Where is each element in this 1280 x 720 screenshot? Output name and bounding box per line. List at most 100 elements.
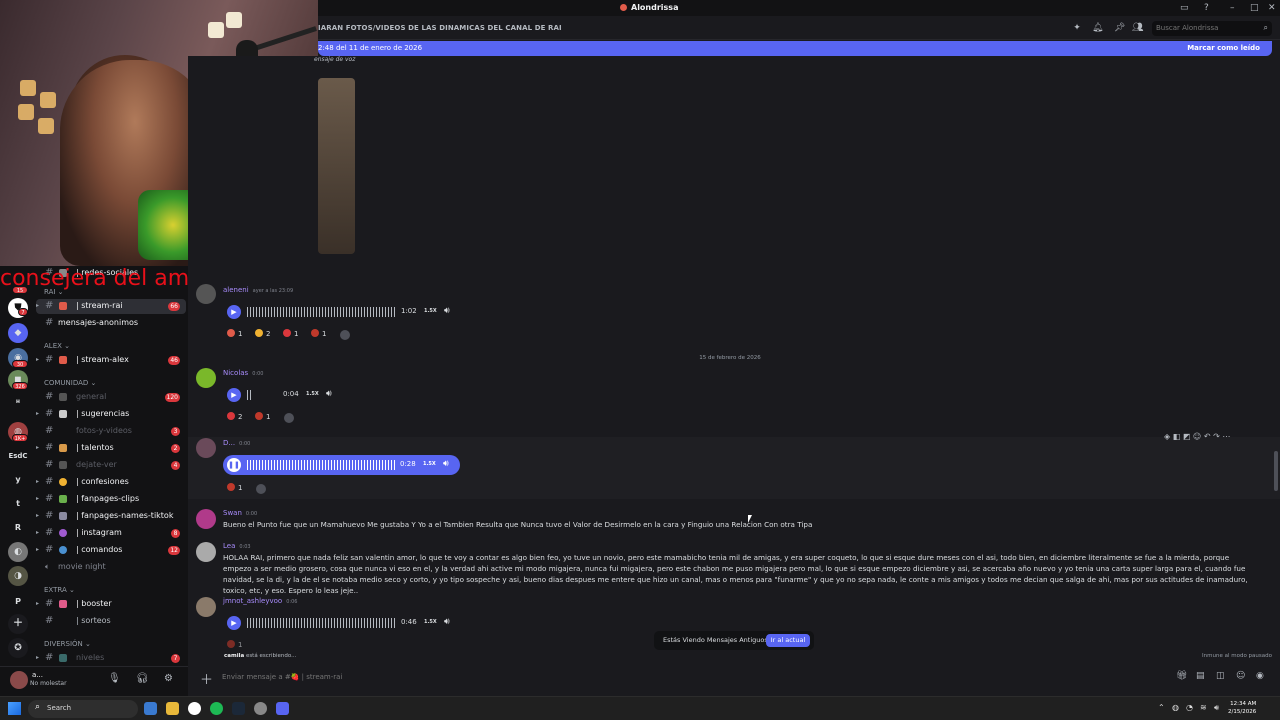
- reaction-icon[interactable]: ◩: [1183, 432, 1191, 441]
- channel-booster[interactable]: ▸ # | booster: [36, 597, 186, 612]
- discover-icon[interactable]: ✪: [8, 638, 28, 658]
- server-label-r[interactable]: R: [8, 518, 28, 538]
- gif-icon[interactable]: ▤: [1196, 671, 1205, 681]
- channel-stream-alex[interactable]: ▸ # | stream-alex 46: [36, 353, 186, 368]
- spotify-icon[interactable]: [210, 702, 223, 715]
- channel-dejate-ver[interactable]: # dejate-ver 4: [36, 458, 186, 473]
- member-list-icon[interactable]: 👥︎: [1132, 23, 1143, 33]
- reaction[interactable]: 1: [224, 639, 245, 652]
- threads-icon[interactable]: ✦: [1072, 23, 1082, 33]
- avatar[interactable]: [196, 284, 216, 304]
- apps-icon[interactable]: ◉: [1256, 671, 1264, 681]
- avatar[interactable]: [196, 542, 216, 562]
- sticker-icon[interactable]: ◫: [1216, 671, 1225, 681]
- volume-icon[interactable]: 🔊︎: [443, 459, 449, 469]
- settings-gear-icon[interactable]: ⚙: [164, 673, 173, 684]
- playback-speed-button[interactable]: 1.5X: [424, 619, 437, 625]
- avatar[interactable]: [10, 671, 28, 689]
- server-icon[interactable]: ◐: [8, 542, 28, 562]
- add-reaction-icon[interactable]: [340, 330, 350, 340]
- image-attachment[interactable]: [318, 78, 355, 254]
- play-icon[interactable]: ▶: [227, 616, 241, 630]
- reaction[interactable]: 2: [252, 328, 273, 341]
- playback-speed-button[interactable]: 1.5X: [424, 308, 437, 314]
- steam-icon[interactable]: [232, 702, 245, 715]
- minimize-button[interactable]: –: [1230, 3, 1235, 13]
- tray-app-icon[interactable]: ◍: [1172, 703, 1179, 712]
- play-icon[interactable]: ▶: [227, 388, 241, 402]
- waveform[interactable]: [247, 390, 251, 400]
- taskbar-search[interactable]: ⌕ Search: [28, 700, 138, 718]
- channel-comandos[interactable]: ▸ # | comandos 12: [36, 543, 186, 558]
- mark-as-read-button[interactable]: Marcar como leído: [1187, 44, 1260, 52]
- pause-icon[interactable]: ❚❚: [227, 458, 241, 472]
- reaction-icon[interactable]: ◧: [1173, 432, 1181, 441]
- channel-fanpages-clips[interactable]: ▸ # | fanpages-clips: [36, 492, 186, 507]
- playback-speed-button[interactable]: 1.5X: [423, 461, 436, 467]
- play-icon[interactable]: ▶: [227, 305, 241, 319]
- message-author[interactable]: Lea 0:03: [223, 542, 251, 550]
- file-explorer-icon[interactable]: [166, 702, 179, 715]
- system-clock[interactable]: 12:34 AM 2/15/2026: [1228, 700, 1256, 716]
- server-icon[interactable]: ◑: [8, 566, 28, 586]
- channel-movie-night[interactable]: 🔈︎ movie night: [36, 560, 186, 575]
- channel-mensajes-anonimos[interactable]: # mensajes-anonimos: [36, 316, 186, 331]
- windows-start-icon[interactable]: [8, 702, 21, 715]
- channel-fanpages-names-tiktok[interactable]: ▸ # | fanpages-names-tiktok: [36, 509, 186, 524]
- channel-general[interactable]: # general 120: [36, 390, 186, 405]
- avatar[interactable]: [196, 597, 216, 617]
- help-icon[interactable]: ?: [1204, 3, 1209, 13]
- category-diversion[interactable]: DIVERSIÓN ⌄: [44, 640, 91, 648]
- add-server-icon[interactable]: ＋: [8, 614, 28, 634]
- attach-plus-icon[interactable]: ＋: [200, 669, 213, 688]
- volume-icon[interactable]: 🔊︎: [326, 389, 332, 399]
- waveform[interactable]: [247, 618, 395, 628]
- obs-icon[interactable]: [254, 702, 267, 715]
- volume-icon[interactable]: 🔊︎: [444, 306, 450, 316]
- more-icon[interactable]: ⋯: [1222, 432, 1230, 441]
- waveform[interactable]: [247, 460, 395, 470]
- close-button[interactable]: ✕: [1268, 3, 1276, 13]
- notification-bell-icon[interactable]: 🔔︎: [1092, 23, 1103, 33]
- new-messages-bar[interactable]: 2:48 del 11 de enero de 2026 Marcar como…: [318, 41, 1272, 56]
- volume-icon[interactable]: 🔊︎: [444, 617, 450, 627]
- avatar[interactable]: [196, 509, 216, 529]
- reaction-icon[interactable]: ◈: [1164, 432, 1170, 441]
- forward-icon[interactable]: ↷: [1213, 432, 1220, 441]
- edge-icon[interactable]: [144, 702, 157, 715]
- channel-fotos-y-videos[interactable]: # fotos-y-videos 3: [36, 424, 186, 439]
- channel-sugerencias[interactable]: ▸ # | sugerencias: [36, 407, 186, 422]
- add-reaction-icon[interactable]: [256, 484, 266, 494]
- headphones-icon[interactable]: 🎧︎: [136, 673, 149, 684]
- message-author[interactable]: jmnot_ashleyvoo 0:06: [223, 597, 297, 605]
- server-label-esdc[interactable]: EsdC: [6, 446, 30, 466]
- server-label-p[interactable]: P: [8, 592, 28, 612]
- scrollbar-thumb[interactable]: [1274, 451, 1278, 491]
- channel-niveles[interactable]: ▸ # niveles 7: [36, 651, 186, 666]
- inbox-icon[interactable]: ▭: [1180, 3, 1189, 13]
- message-author[interactable]: aleneni ayer a las 23:09: [223, 286, 293, 294]
- channel-sorteos[interactable]: # | sorteos: [36, 614, 186, 629]
- channel-confesiones[interactable]: ▸ # | confesiones: [36, 475, 186, 490]
- reaction[interactable]: 2: [224, 411, 245, 424]
- category-comunidad[interactable]: COMUNIDAD ⌄: [44, 379, 96, 387]
- server-label-y[interactable]: y: [8, 470, 28, 490]
- waveform[interactable]: [247, 307, 395, 317]
- chevron-up-icon[interactable]: ⌃: [1158, 703, 1165, 712]
- chat-scrollbar[interactable]: [1274, 56, 1278, 656]
- channel-stream-rai[interactable]: ▸ # | stream-rai 66: [36, 299, 186, 314]
- reaction[interactable]: 1: [252, 411, 273, 424]
- gift-icon[interactable]: 🎁︎: [1176, 671, 1187, 681]
- server-label-t[interactable]: t: [8, 494, 28, 514]
- channel-talentos[interactable]: ▸ # | talentos 2: [36, 441, 186, 456]
- reply-icon[interactable]: ↶: [1204, 432, 1211, 441]
- message-author[interactable]: Nicolas 0:00: [223, 369, 263, 377]
- discord-icon[interactable]: [276, 702, 289, 715]
- reaction[interactable]: 1: [308, 328, 329, 341]
- message-input[interactable]: [222, 671, 822, 683]
- server-icon[interactable]: н: [8, 392, 28, 412]
- search-input[interactable]: [1156, 22, 1256, 34]
- reaction[interactable]: 1: [224, 328, 245, 341]
- playback-speed-button[interactable]: 1.5X: [306, 391, 319, 397]
- server-icon[interactable]: ◆: [8, 323, 28, 343]
